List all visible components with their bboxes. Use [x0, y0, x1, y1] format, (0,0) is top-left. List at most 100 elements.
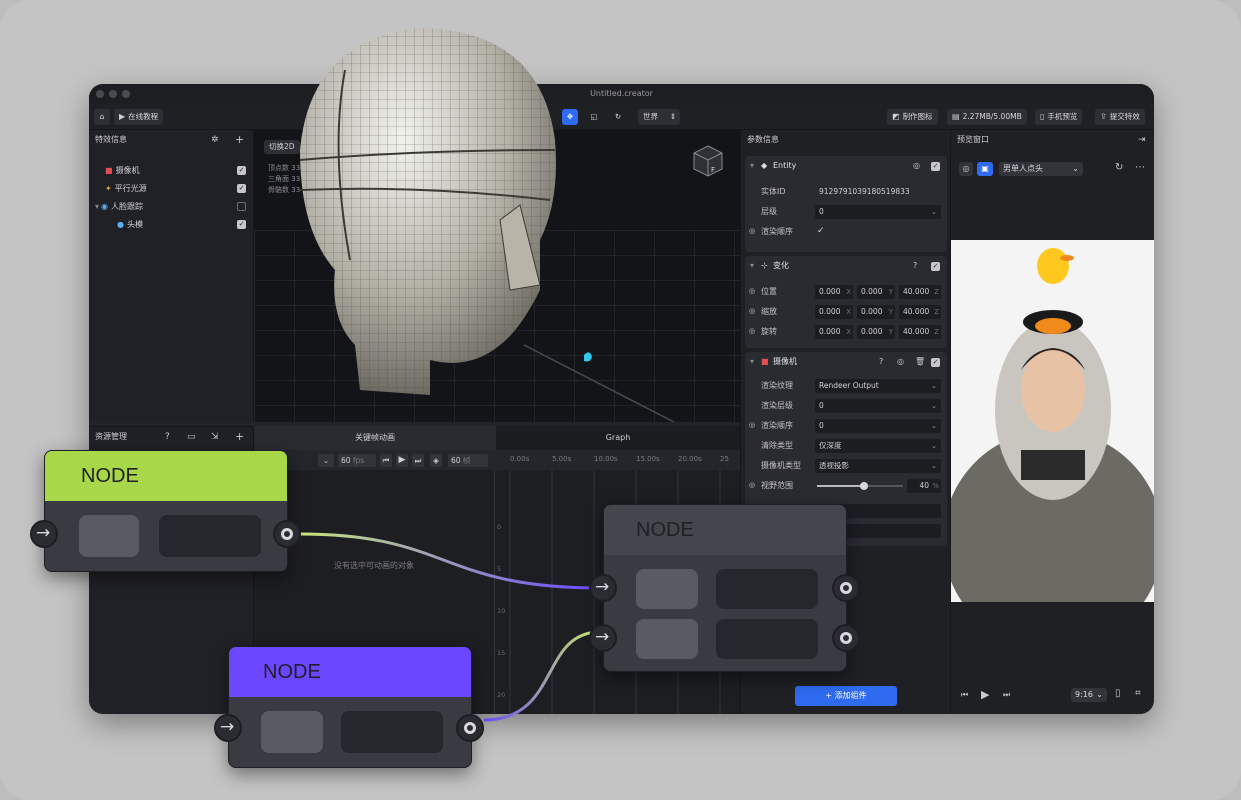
camera-mode-button[interactable]: ◎ [959, 162, 973, 176]
node-param-wide[interactable] [716, 569, 818, 609]
anim-target-icon[interactable]: ◎ [749, 327, 755, 335]
transform-checkbox[interactable]: ✓ [931, 262, 940, 271]
crop-icon[interactable]: ⌗ [1135, 688, 1141, 699]
tree-item-head-model[interactable]: ● 头模 ✓ [89, 216, 253, 234]
collapse-right-icon[interactable]: ⇥ [1138, 135, 1146, 145]
entity-checkbox[interactable]: ✓ [931, 162, 940, 171]
phone-icon[interactable]: ▯ [1115, 688, 1121, 699]
preset-select[interactable]: 男单人点头 ⌄ [999, 162, 1083, 176]
more-icon[interactable]: ⋯ [1135, 162, 1145, 173]
light-checkbox[interactable]: ✓ [237, 184, 246, 193]
folder-icon[interactable]: ▭ [187, 432, 196, 442]
render-order-check[interactable]: ✓ [817, 226, 825, 236]
scene-viewport[interactable]: 切换2D 顶点数 33 三角面 33 骨骼数 33 F [254, 130, 740, 422]
frame-field[interactable]: 60 帧 [448, 454, 488, 467]
input-port[interactable] [589, 574, 617, 602]
node-param-small[interactable] [636, 619, 698, 659]
video-mode-button[interactable]: ▣ [977, 162, 993, 176]
output-port[interactable] [832, 574, 860, 602]
input-port[interactable] [30, 520, 58, 548]
scale-y[interactable]: 0.000 Y [857, 305, 895, 319]
camera-checkbox[interactable]: ✓ [237, 166, 246, 175]
plus-icon[interactable]: + [235, 133, 244, 146]
make-icon-button[interactable]: ◩ 制作图标 [887, 109, 938, 125]
anim-target-icon[interactable]: ◎ [749, 287, 755, 295]
anim-target-icon[interactable]: ◎ [749, 227, 755, 235]
rotation-z[interactable]: 40.000 Z [899, 325, 941, 339]
node-param-wide[interactable] [159, 515, 261, 557]
render-layer-select[interactable]: 0 ⌄ [815, 399, 941, 413]
anim-target-icon[interactable]: ◎ [749, 421, 755, 429]
target-icon[interactable]: ◎ [913, 161, 920, 170]
fov-field[interactable]: 40% [907, 479, 941, 493]
position-x[interactable]: 0.000 X [815, 285, 853, 299]
add-component-button[interactable]: + 添加组件 [795, 686, 897, 706]
node-param-small[interactable] [636, 569, 698, 609]
keyframe-button[interactable]: ◈ [430, 454, 442, 467]
camera-render-order-select[interactable]: 0 ⌄ [815, 419, 941, 433]
home-button[interactable]: ⌂ [94, 109, 110, 125]
preview-canvas[interactable] [951, 240, 1154, 602]
play-icon[interactable]: ▶ [981, 688, 989, 701]
tab-keyframe[interactable]: 关键帧动画 [254, 426, 496, 450]
face-tracking-checkbox[interactable] [237, 202, 246, 211]
tutorial-button[interactable]: ▶ 在线教程 [114, 109, 164, 125]
scale-tool-button[interactable]: ◱ [586, 109, 602, 125]
node-param-small[interactable] [261, 711, 323, 753]
size-indicator[interactable]: ▤ 2.27MB/5.00MB [947, 109, 1027, 125]
anim-target-icon[interactable]: ◎ [749, 307, 755, 315]
position-y[interactable]: 0.000 Y [857, 285, 895, 299]
phone-preview-button[interactable]: ▯ 手机预览 [1035, 109, 1083, 125]
fov-slider[interactable] [817, 482, 903, 490]
camera-type-select[interactable]: 透视投影 ⌄ [815, 459, 941, 473]
skip-forward-button[interactable]: ⏭ [412, 454, 424, 467]
skip-forward-icon[interactable]: ⏭ [1003, 690, 1010, 700]
output-port[interactable] [456, 714, 484, 742]
layer-select[interactable]: 0 ⌄ [815, 205, 941, 219]
node-param-small[interactable] [79, 515, 139, 557]
tab-graph[interactable]: Graph [496, 426, 740, 450]
node-param-wide[interactable] [341, 711, 443, 753]
help-icon[interactable]: ? [913, 261, 917, 270]
node-green[interactable]: NODE [44, 450, 288, 572]
submit-button[interactable]: ⇪ 提交特效 [1095, 109, 1145, 125]
move-tool-button[interactable]: ✥ [562, 109, 578, 125]
ratio-select[interactable]: 9:16 ⌄ [1071, 688, 1107, 702]
rotation-y[interactable]: 0.000 Y [857, 325, 895, 339]
input-port[interactable] [589, 624, 617, 652]
skip-back-button[interactable]: ⏮ [380, 454, 392, 467]
tree-item-face-tracking[interactable]: ▾ ◉ 人脸跟踪 [89, 198, 253, 216]
anim-target-icon[interactable]: ◎ [749, 481, 755, 489]
sparkle-icon[interactable]: ✲ [211, 135, 219, 145]
input-port[interactable] [214, 714, 242, 742]
import-icon[interactable]: ⇲ [211, 432, 219, 442]
target-icon[interactable]: ◎ [897, 357, 904, 366]
add-asset-icon[interactable]: + [235, 430, 244, 443]
head-model-checkbox[interactable]: ✓ [237, 220, 246, 229]
camera-checkbox[interactable]: ✓ [931, 358, 940, 367]
refresh-icon[interactable]: ↻ [1115, 162, 1123, 173]
node-param-wide[interactable] [716, 619, 818, 659]
scale-x[interactable]: 0.000 X [815, 305, 853, 319]
render-texture-select[interactable]: Rendeer Output ⌄ [815, 379, 941, 393]
scale-z[interactable]: 40.000 Z [899, 305, 941, 319]
clear-type-select[interactable]: 仅深度 ⌄ [815, 439, 941, 453]
position-z[interactable]: 40.000 Z [899, 285, 941, 299]
play-button[interactable]: ▶ [396, 454, 408, 467]
fps-field[interactable]: 60 fps [338, 454, 376, 467]
skip-back-icon[interactable]: ⏮ [961, 690, 968, 700]
node-gray[interactable]: NODE [603, 504, 847, 672]
tree-item-light[interactable]: ✦ 平行光源 ✓ [89, 180, 253, 198]
trash-icon[interactable]: 🗑 [915, 357, 925, 366]
help-icon[interactable]: ? [165, 432, 170, 442]
help-icon[interactable]: ? [879, 357, 883, 366]
timeline-dropdown[interactable]: ⌄ [318, 454, 334, 467]
expand-icon[interactable]: ▾ [95, 202, 99, 211]
fov-slider-knob[interactable] [860, 482, 869, 490]
node-purple[interactable]: NODE [228, 646, 472, 768]
tree-item-camera[interactable]: ■ 摄像机 ✓ [89, 162, 253, 180]
output-port[interactable] [273, 520, 301, 548]
rotate-tool-button[interactable]: ↻ [610, 109, 626, 125]
space-select[interactable]: 世界 ⇕ [638, 109, 680, 125]
rotation-x[interactable]: 0.000 X [815, 325, 853, 339]
